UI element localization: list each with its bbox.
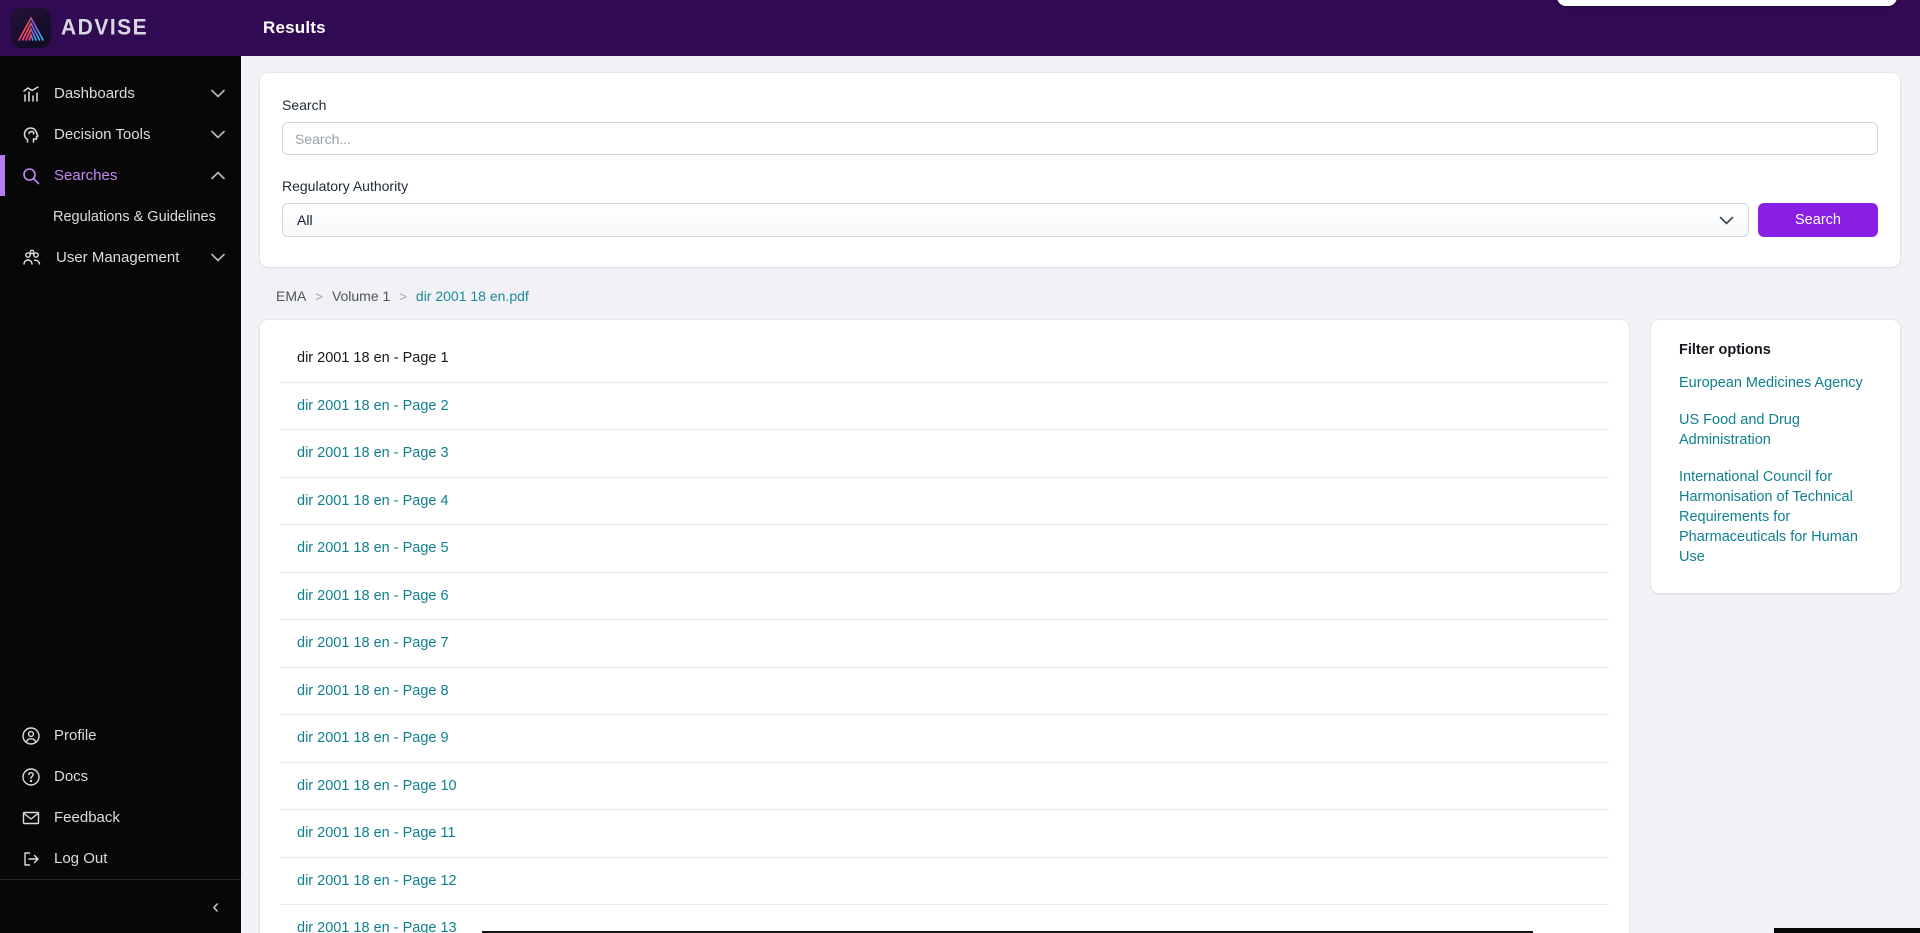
sidebar-item-docs[interactable]: Docs (0, 756, 241, 797)
mail-icon (22, 811, 40, 824)
sidebar-item-dashboards[interactable]: Dashboards (0, 73, 241, 114)
search-icon (23, 167, 40, 184)
filter-options-title: Filter options (1679, 342, 1771, 358)
top-header: Results (241, 0, 1920, 56)
sidebar-item-label: Log Out (54, 850, 108, 867)
sidebar-footer: Profile Docs Feedback Log Out ‹ (0, 715, 241, 933)
sidebar-item-log-out[interactable]: Log Out (0, 838, 241, 879)
sidebar-item-label: Regulations & Guidelines (53, 208, 216, 225)
sidebar-item-regulations-guidelines[interactable]: Regulations & Guidelines (0, 196, 241, 237)
sidebar-item-label: Feedback (54, 809, 120, 826)
list-item[interactable]: dir 2001 18 en - Page 13 (280, 905, 1609, 933)
filter-link-ema[interactable]: European Medicines Agency (1679, 373, 1874, 393)
chevron-down-icon (1719, 216, 1734, 225)
sidebar-item-user-management[interactable]: User Management (0, 237, 241, 278)
breadcrumb-separator: > (399, 288, 407, 304)
advise-wordmark: ADVISE (61, 15, 149, 40)
sidebar-item-label: Profile (54, 727, 97, 744)
regulatory-authority-select[interactable]: All (282, 203, 1749, 237)
bar-chart-icon (23, 85, 39, 102)
sidebar-collapse-row: ‹ (0, 879, 241, 933)
selected-authority: All (297, 212, 313, 228)
search-button[interactable]: Search (1758, 203, 1878, 237)
sidebar: ADVISE Dashboards Decision Tools Searche… (0, 0, 241, 933)
sidebar-item-label: Searches (54, 167, 118, 184)
users-icon (23, 249, 41, 265)
filter-options-panel: Filter options European Medicines Agency… (1651, 320, 1900, 593)
list-item[interactable]: dir 2001 18 en - Page 9 (280, 715, 1609, 763)
sidebar-item-decision-tools[interactable]: Decision Tools (0, 114, 241, 155)
list-item[interactable]: dir 2001 18 en - Page 11 (280, 810, 1609, 858)
advise-logo-icon (11, 8, 51, 48)
chevron-up-icon (211, 171, 225, 180)
results-zone: dir 2001 18 en - Page 1 dir 2001 18 en -… (260, 320, 1900, 933)
list-item[interactable]: dir 2001 18 en - Page 7 (280, 620, 1609, 668)
list-item[interactable]: dir 2001 18 en - Page 10 (280, 763, 1609, 810)
logout-icon (24, 851, 39, 866)
sidebar-item-label: Decision Tools (54, 126, 151, 143)
results-list: dir 2001 18 en - Page 1 dir 2001 18 en -… (260, 320, 1629, 933)
regulatory-authority-label: Regulatory Authority (282, 178, 409, 194)
list-item[interactable]: dir 2001 18 en - Page 5 (280, 525, 1609, 573)
logo-bar: ADVISE (0, 0, 241, 56)
sidebar-item-searches[interactable]: Searches (0, 155, 241, 196)
sidebar-item-label: Dashboards (54, 85, 135, 102)
main-area: Results Search Regulatory Authority All … (241, 0, 1920, 933)
sidebar-item-label: User Management (56, 249, 180, 266)
chevron-down-icon (211, 130, 225, 139)
brain-head-icon (23, 126, 39, 143)
breadcrumb-item-volume[interactable]: Volume 1 (332, 288, 390, 304)
chevron-down-icon (211, 253, 225, 262)
list-item[interactable]: dir 2001 18 en - Page 4 (280, 478, 1609, 525)
collapse-sidebar-icon[interactable]: ‹ (212, 897, 219, 917)
search-input[interactable] (282, 122, 1878, 155)
list-item[interactable]: dir 2001 18 en - Page 6 (280, 573, 1609, 620)
breadcrumb-item-ema[interactable]: EMA (276, 288, 306, 304)
sidebar-item-feedback[interactable]: Feedback (0, 797, 241, 838)
content: Search Regulatory Authority All Search E… (241, 56, 1920, 933)
question-circle-icon (22, 767, 40, 786)
breadcrumb: EMA > Volume 1 > dir 2001 18 en.pdf (276, 288, 1900, 304)
bottom-scrollbar-thumb[interactable] (1774, 928, 1920, 933)
chevron-down-icon (211, 89, 225, 98)
list-item[interactable]: dir 2001 18 en - Page 1 (280, 335, 1609, 383)
breadcrumb-separator: > (315, 288, 323, 304)
page-title: Results (263, 18, 326, 37)
list-item[interactable]: dir 2001 18 en - Page 3 (280, 430, 1609, 478)
sidebar-item-label: Docs (54, 768, 89, 785)
sidebar-nav: Dashboards Decision Tools Searches Regul… (0, 56, 241, 278)
user-circle-icon (22, 726, 40, 745)
app-root: ADVISE Dashboards Decision Tools Searche… (0, 0, 1920, 933)
filter-link-ich[interactable]: International Council for Harmonisation … (1679, 467, 1874, 567)
top-cutoff-overlay (1557, 0, 1897, 6)
breadcrumb-item-current-file[interactable]: dir 2001 18 en.pdf (416, 288, 529, 304)
sidebar-item-profile[interactable]: Profile (0, 715, 241, 756)
filter-link-fda[interactable]: US Food and Drug Administration (1679, 410, 1874, 450)
search-label: Search (282, 97, 327, 113)
list-item[interactable]: dir 2001 18 en - Page 12 (280, 858, 1609, 905)
search-panel: Search Regulatory Authority All Search (260, 73, 1900, 267)
list-item[interactable]: dir 2001 18 en - Page 8 (280, 668, 1609, 715)
list-item[interactable]: dir 2001 18 en - Page 2 (280, 383, 1609, 430)
